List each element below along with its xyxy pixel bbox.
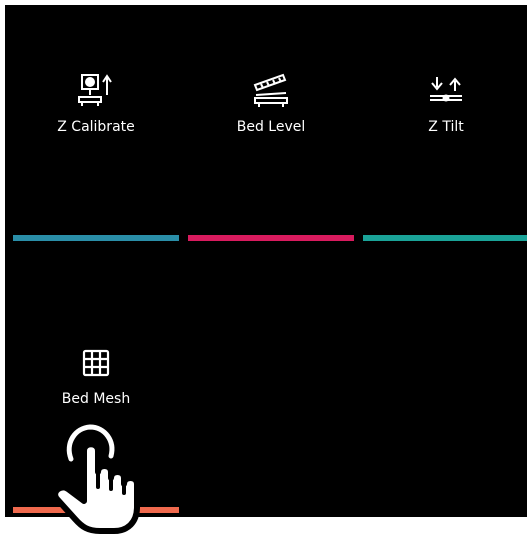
tap-hand-icon: [52, 422, 140, 534]
tile-accent-bar: [363, 235, 527, 241]
z-tilt-icon: [430, 77, 462, 102]
tile-label-z-tilt: Z Tilt: [428, 119, 464, 135]
tile-label-bed-mesh: Bed Mesh: [61, 391, 131, 407]
z-calibrate-icon: [78, 74, 112, 106]
tile-accent-bar: [13, 235, 179, 241]
grid-icon: [82, 349, 110, 377]
z-calibrate-button[interactable]: Z Calibrate: [13, 5, 179, 241]
tile-accent-bar: [188, 235, 354, 241]
z-tilt-button[interactable]: Z Tilt: [363, 5, 527, 241]
tile-label-z-calibrate: Z Calibrate: [57, 119, 135, 135]
tile-label-bed-level: Bed Level: [236, 119, 306, 135]
bed-level-button[interactable]: Bed Level: [188, 5, 354, 241]
bed-level-icon: [253, 73, 288, 107]
